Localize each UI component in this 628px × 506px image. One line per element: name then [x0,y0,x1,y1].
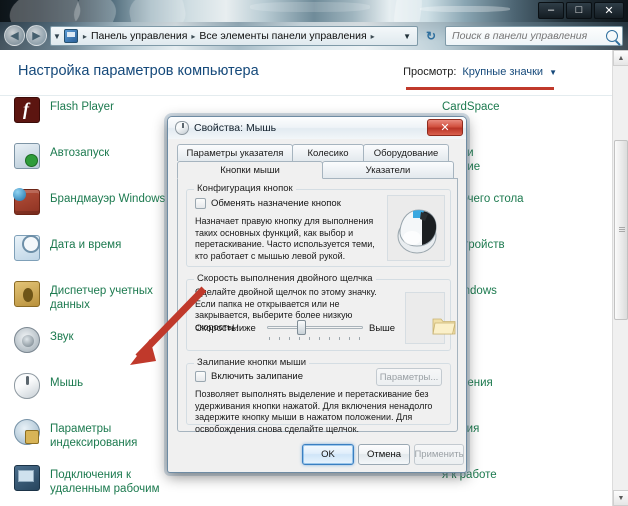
breadcrumb-item-all-items[interactable]: Все элементы панели управления [197,30,368,42]
cp-item-label: Брандмауэр Windows [50,193,166,205]
swap-buttons-description: Назначает правую кнопку для выполнения т… [195,216,375,261]
slider-thumb[interactable] [297,320,306,335]
navigation-buttons: ◀ ▶ [4,25,47,46]
swap-buttons-checkbox[interactable] [195,198,206,209]
swap-buttons-row[interactable]: Обменять назначение кнопок [195,198,341,209]
breadcrumb-separator-2: ▸ [370,31,375,41]
refresh-button[interactable]: ↻ [421,26,441,46]
group-click-lock: Залипание кнопки мыши Включить залипание… [186,357,451,434]
search-input[interactable] [450,29,606,43]
click-lock-description: Позволяет выполнять выделение и перетаск… [195,389,433,434]
slider-track[interactable] [267,326,363,329]
remote-desktop-icon [14,465,40,491]
breadcrumb-separator-0: ▸ [82,31,87,41]
close-button[interactable]: ✕ [594,1,624,19]
dialog-titlebar: Свойства: Мышь ✕ [168,117,466,139]
control-panel-icon [63,29,78,43]
page-title: Настройка параметров компьютера [18,63,259,79]
recent-pages-caret[interactable]: ▼ [53,32,63,41]
tab-pointer-options[interactable]: Параметры указателя [177,144,293,161]
sound-icon [14,327,40,353]
group-button-configuration: Конфигурация кнопок Обменять назначение … [186,183,451,267]
scroll-up-button[interactable]: ▲ [613,50,628,66]
slider-ticks [269,337,361,340]
group-double-click-speed: Скорость выполнения двойного щелчка Сдел… [186,273,456,351]
cp-item-label: CardSpace [442,101,500,113]
search-box[interactable] [445,26,623,46]
cp-item-label: Подключения к удаленным рабочим [50,469,160,495]
pane-header: Настройка параметров компьютера Просмотр… [0,50,612,96]
dialog-title: Свойства: Мышь [194,122,277,134]
dialog-footer: OK Отмена Применить [168,444,466,466]
window-controls: – □ ✕ [538,1,624,19]
credential-manager-icon [14,281,40,307]
dialog-close-button[interactable]: ✕ [427,119,463,136]
forward-button[interactable]: ▶ [26,25,47,46]
autorun-icon [14,143,40,169]
double-click-speed-slider[interactable] [267,320,363,340]
cp-item-label: Мышь [50,377,84,389]
cancel-button[interactable]: Отмена [358,444,410,465]
cp-item-label: Звук [50,331,74,343]
tab-buttons[interactable]: Кнопки мыши [177,161,323,179]
dialog-tabs-row-1: Параметры указателя Колесико Оборудовани… [177,144,449,161]
breadcrumb-separator-1: ▸ [191,31,196,41]
address-bar[interactable]: ▼ ▸ Панель управления ▸ Все элементы пан… [50,26,418,46]
cp-item-label: Параметры индексирования [50,423,138,449]
click-lock-checkbox[interactable] [195,371,206,382]
ok-button[interactable]: OK [302,444,354,465]
date-time-icon [14,235,40,261]
group-label: Скорость выполнения двойного щелчка [194,273,376,284]
click-lock-label: Включить залипание [211,371,304,382]
address-dropdown-caret[interactable]: ▼ [399,32,415,41]
indexing-options-icon [14,419,40,445]
cp-item-label: Автозапуск [50,147,110,159]
scrollbar-thumb[interactable] [614,140,628,320]
group-label: Залипание кнопки мыши [194,357,309,368]
mouse-properties-dialog: Свойства: Мышь ✕ Параметры указателя Кол… [167,116,467,473]
tab-hardware[interactable]: Оборудование [363,144,449,161]
cp-item-label: Дата и время [50,239,122,251]
dialog-tabs-row-2: Кнопки мыши Указатели [177,161,454,179]
mouse-icon [175,121,189,135]
cp-item-label: Диспетчер учетных данных [50,285,153,311]
minimize-button[interactable]: – [538,1,564,19]
view-label: Просмотр: [403,66,457,78]
cp-item-label: Flash Player [50,101,114,113]
address-bar-container: ◀ ▶ ▼ ▸ Панель управления ▸ Все элементы… [0,22,628,50]
flash-player-icon [14,97,40,123]
breadcrumb-item-control-panel[interactable]: Панель управления [89,30,189,42]
mouse-preview-box [387,195,445,261]
group-label: Конфигурация кнопок [194,183,296,194]
mouse-icon [14,373,40,399]
chevron-down-icon[interactable]: ▼ [549,68,557,77]
back-button[interactable]: ◀ [4,25,25,46]
tab-wheel[interactable]: Колесико [292,144,364,161]
click-lock-row[interactable]: Включить залипание [195,371,303,382]
apply-button[interactable]: Применить [414,444,464,465]
tab-panel-buttons: Конфигурация кнопок Обменять назначение … [177,178,458,434]
view-selector[interactable]: Просмотр: Крупные значки ▼ [403,66,557,78]
folder-preview-box[interactable] [405,292,456,344]
maximize-button[interactable]: □ [566,1,592,19]
mouse-illustration-icon [397,209,437,254]
swap-buttons-label: Обменять назначение кнопок [211,198,341,209]
speed-min-label: Ниже [232,323,256,334]
control-panel-window: – □ ✕ ◀ ▶ ▼ ▸ Панель управления ▸ Все эл… [0,0,628,506]
dialog-body: Параметры указателя Колесико Оборудовани… [168,139,466,472]
speed-max-label: Выше [369,323,396,334]
scroll-down-button[interactable]: ▼ [613,490,628,506]
window-titlebar: – □ ✕ [0,0,628,22]
view-value[interactable]: Крупные значки [462,66,543,78]
search-icon [606,30,618,42]
click-lock-settings-button[interactable]: Параметры... [376,368,442,386]
vertical-scrollbar[interactable]: ▲ ▼ [612,50,628,506]
firewall-icon [13,188,40,215]
tab-pointers[interactable]: Указатели [322,161,454,178]
folder-icon[interactable] [432,315,456,336]
view-annotation-underline [406,87,554,90]
